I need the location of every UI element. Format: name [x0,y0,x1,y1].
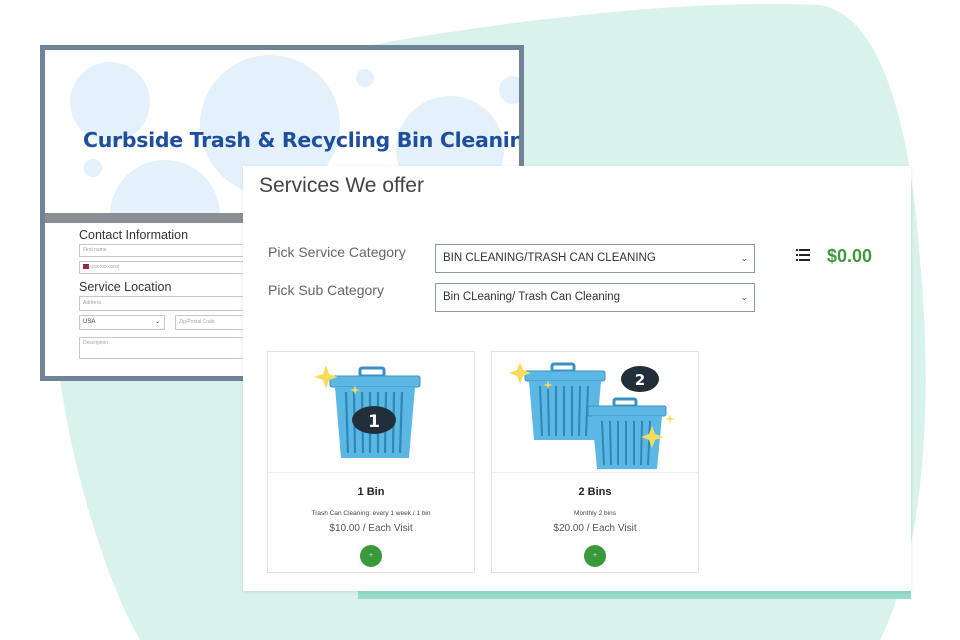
service-price: $20.00 / Each Visit [553,523,637,534]
service-card-2-bins[interactable]: 2 2 Bins Monthly 2 bins $20.00 / Each Vi… [491,351,699,573]
service-card-1-bin[interactable]: 1 1 Bin Trash Can Cleaning: every 1 week… [267,351,475,573]
bin-count-badge: 1 [368,412,380,432]
service-name: 1 Bin [357,486,385,498]
two-trash-bins-icon: 2 [509,362,675,469]
add-to-cart-button[interactable]: + [360,545,382,567]
service-name: 2 Bins [578,486,612,498]
chevron-down-icon: ⌄ [740,253,748,263]
country-select[interactable]: USA ⌄ [79,315,165,330]
service-image: 2 [492,352,698,473]
service-description: Trash Can Cleaning: every 1 week / 1 bin [311,510,431,517]
chevron-down-icon: ⌄ [154,319,160,325]
service-price: $10.00 / Each Visit [329,523,413,534]
service-description: Monthly 2 bins [574,510,616,517]
bin-count-badge: 2 [635,371,645,389]
category-label: Pick Service Category [268,244,406,260]
add-to-cart-button[interactable]: + [584,545,606,567]
subcategory-label: Pick Sub Category [268,282,384,298]
cart-total: $0.00 [827,246,873,266]
services-window: Services We offer Pick Service Category … [243,166,911,591]
service-image: 1 [268,352,474,473]
us-flag-icon[interactable] [83,264,89,270]
country-value: USA [83,319,96,325]
phone-placeholder: xxx-xxx-xxxx [91,264,120,270]
services-title: Services We offer [259,174,424,197]
category-value: BIN CLEANING/TRASH CAN CLEANING [443,252,656,264]
list-icon[interactable] [796,248,810,262]
subcategory-select[interactable]: Bin CLeaning/ Trash Can Cleaning ⌄ [435,283,755,312]
chevron-down-icon: ⌄ [740,292,748,302]
trash-bin-icon: 1 [314,365,421,458]
form-title: Curbside Trash & Recycling Bin Cleaning [83,128,519,152]
subcategory-value: Bin CLeaning/ Trash Can Cleaning [443,291,621,303]
category-select[interactable]: BIN CLEANING/TRASH CAN CLEANING ⌄ [435,244,755,273]
